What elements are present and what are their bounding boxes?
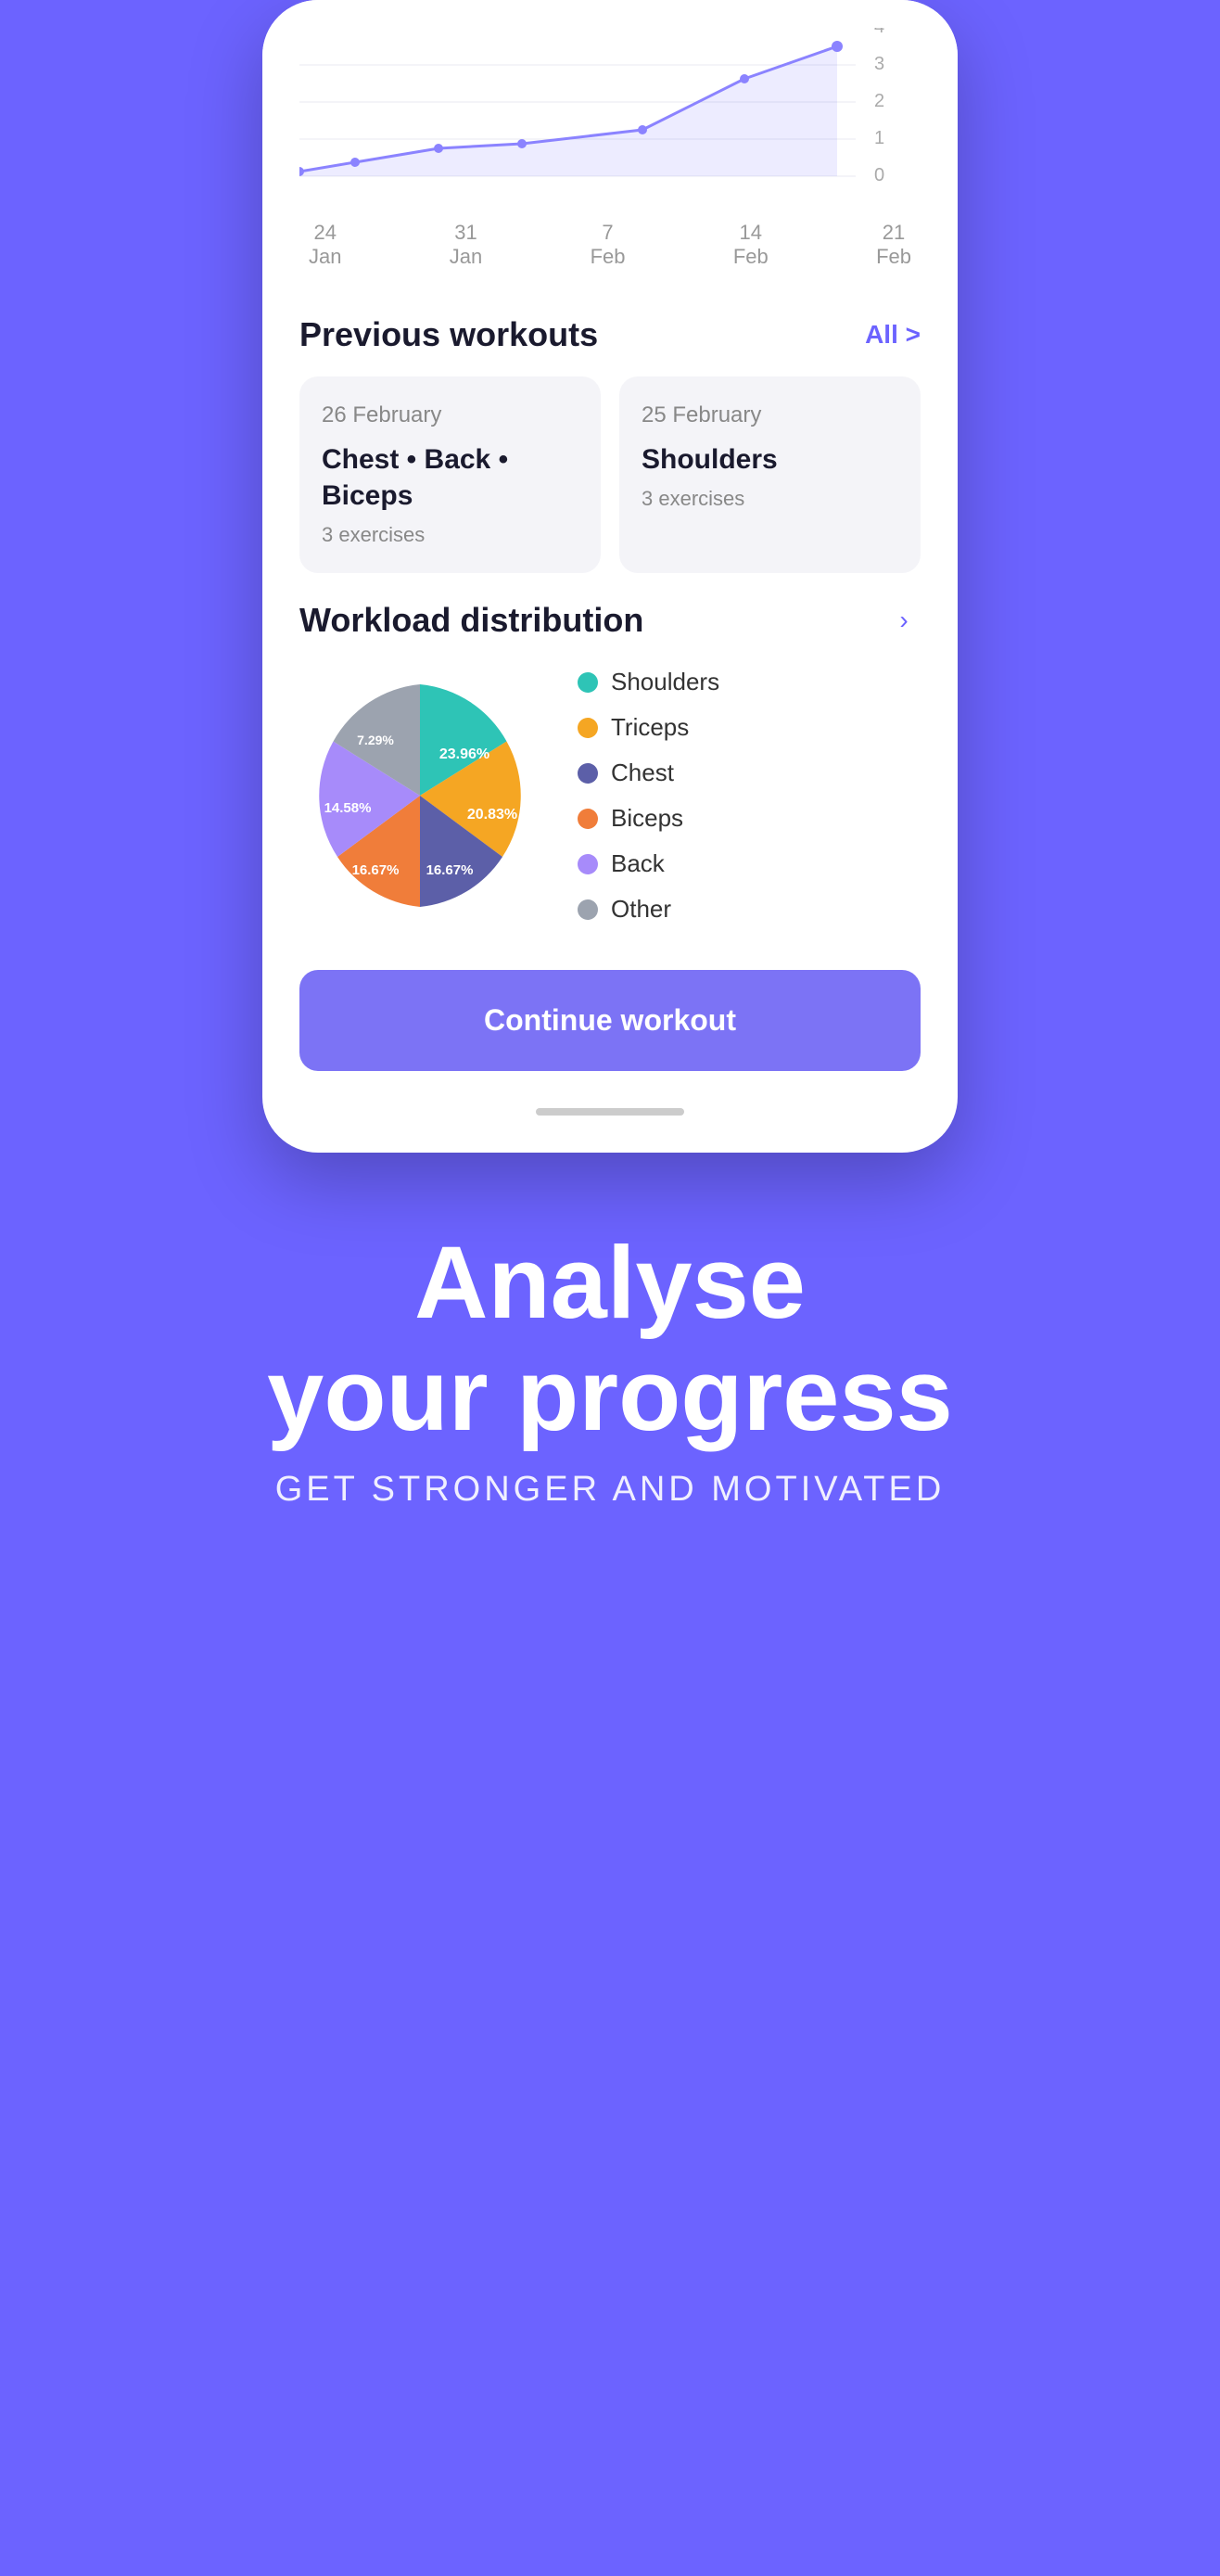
analyse-title: Analyse your progress bbox=[267, 1227, 953, 1451]
phone-screen: 0 1 2 3 4 bbox=[262, 0, 958, 1153]
workout-cards: 26 February Chest • Back • Biceps 3 exer… bbox=[299, 376, 921, 573]
legend-item-back: Back bbox=[578, 849, 719, 878]
legend-label-chest: Chest bbox=[611, 759, 674, 787]
chart-x-labels: 24Jan 31Jan 7Feb 14Feb 21Feb bbox=[299, 221, 921, 269]
legend-dot-chest bbox=[578, 763, 598, 784]
distribution-section: Workload distribution › bbox=[262, 601, 958, 951]
pie-chart: 23.96% 20.83% 16.67% 16.67% 14.58% 7.29% bbox=[299, 675, 540, 916]
x-label-4: 21Feb bbox=[876, 221, 911, 269]
workout-name-0: Chest • Back • Biceps bbox=[322, 441, 578, 514]
legend-dot-back bbox=[578, 854, 598, 874]
svg-text:2: 2 bbox=[874, 91, 884, 111]
all-workouts-link[interactable]: All > bbox=[865, 320, 921, 350]
svg-text:23.96%: 23.96% bbox=[439, 746, 489, 762]
line-chart: 0 1 2 3 4 bbox=[299, 28, 921, 213]
workout-name-1: Shoulders bbox=[642, 441, 898, 478]
x-label-0: 24Jan bbox=[309, 221, 341, 269]
distribution-title: Workload distribution bbox=[299, 601, 643, 640]
bottom-text-section: Analyse your progress GET STRONGER AND M… bbox=[193, 1227, 1027, 1510]
continue-workout-button[interactable]: Continue workout bbox=[299, 970, 921, 1071]
previous-workouts-section: Previous workouts All > 26 February Ches… bbox=[262, 287, 958, 601]
legend-dot-biceps bbox=[578, 809, 598, 829]
svg-text:7.29%: 7.29% bbox=[357, 733, 394, 747]
legend-item-triceps: Triceps bbox=[578, 713, 719, 742]
legend-item-biceps: Biceps bbox=[578, 804, 719, 833]
home-indicator bbox=[536, 1108, 684, 1116]
legend-item-shoulders: Shoulders bbox=[578, 668, 719, 696]
legend-dot-shoulders bbox=[578, 672, 598, 693]
workout-card-1[interactable]: 25 February Shoulders 3 exercises bbox=[619, 376, 921, 573]
section-header: Previous workouts All > bbox=[299, 315, 921, 354]
legend: Shoulders Triceps Chest Biceps bbox=[578, 668, 719, 924]
legend-label-shoulders: Shoulders bbox=[611, 668, 719, 696]
legend-item-other: Other bbox=[578, 895, 719, 924]
workout-date-1: 25 February bbox=[642, 402, 898, 428]
workout-card-0[interactable]: 26 February Chest • Back • Biceps 3 exer… bbox=[299, 376, 601, 573]
chart-area: 0 1 2 3 4 bbox=[262, 0, 958, 287]
workout-exercises-1: 3 exercises bbox=[642, 487, 898, 511]
legend-label-biceps: Biceps bbox=[611, 804, 683, 833]
chevron-right-icon[interactable]: › bbox=[887, 604, 921, 637]
legend-label-triceps: Triceps bbox=[611, 713, 689, 742]
legend-label-other: Other bbox=[611, 895, 671, 924]
distribution-content: 23.96% 20.83% 16.67% 16.67% 14.58% 7.29%… bbox=[299, 668, 921, 924]
legend-item-chest: Chest bbox=[578, 759, 719, 787]
legend-label-back: Back bbox=[611, 849, 665, 878]
continue-btn-wrapper: Continue workout bbox=[262, 951, 958, 1099]
legend-dot-triceps bbox=[578, 718, 598, 738]
svg-text:16.67%: 16.67% bbox=[426, 862, 474, 878]
x-label-3: 14Feb bbox=[733, 221, 769, 269]
svg-text:16.67%: 16.67% bbox=[352, 862, 400, 878]
analyse-subtitle: GET STRONGER AND MOTIVATED bbox=[267, 1470, 953, 1510]
distribution-header: Workload distribution › bbox=[299, 601, 921, 640]
svg-text:20.83%: 20.83% bbox=[467, 807, 517, 823]
x-label-2: 7Feb bbox=[591, 221, 626, 269]
svg-text:0: 0 bbox=[874, 165, 884, 185]
workout-date-0: 26 February bbox=[322, 402, 578, 428]
workout-exercises-0: 3 exercises bbox=[322, 523, 578, 547]
svg-text:4: 4 bbox=[874, 28, 884, 37]
x-label-1: 31Jan bbox=[450, 221, 482, 269]
legend-dot-other bbox=[578, 899, 598, 920]
svg-text:14.58%: 14.58% bbox=[324, 800, 372, 816]
svg-text:1: 1 bbox=[874, 128, 884, 148]
svg-text:3: 3 bbox=[874, 54, 884, 74]
previous-workouts-title: Previous workouts bbox=[299, 315, 598, 354]
